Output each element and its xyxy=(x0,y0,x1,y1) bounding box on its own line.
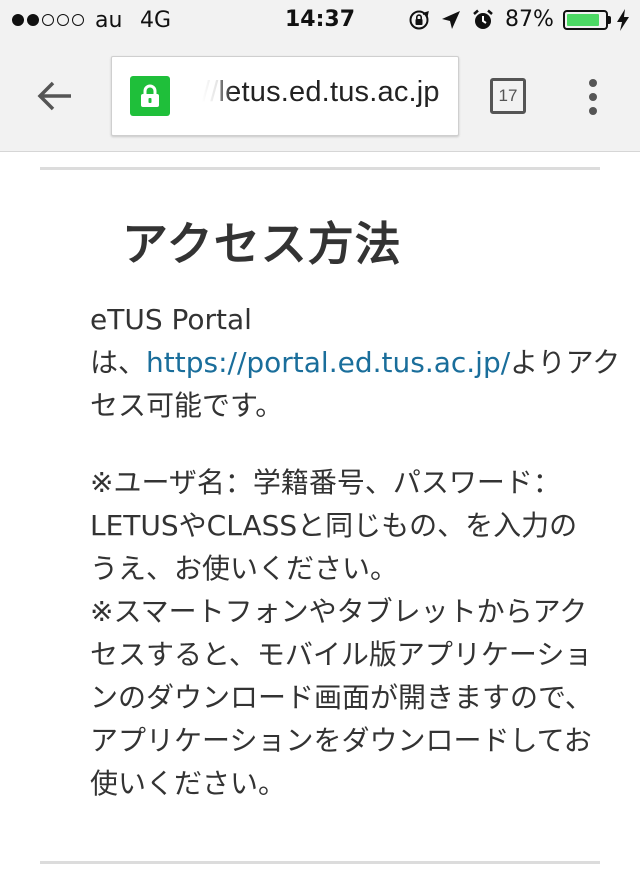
lock-icon xyxy=(141,84,159,107)
page-title: アクセス方法 xyxy=(122,217,402,271)
battery-icon xyxy=(563,10,608,30)
paragraph-line: eTUS Portal xyxy=(90,303,252,336)
divider-bottom xyxy=(40,861,600,864)
secure-connection-badge[interactable] xyxy=(130,76,170,116)
tab-switcher-button[interactable]: 17 xyxy=(490,78,526,114)
url-text: //letus.ed.tus.ac.jp xyxy=(202,76,440,109)
arrow-left-icon xyxy=(37,81,71,111)
more-vert-icon[interactable] xyxy=(580,76,606,118)
paragraph-line: 使いください。 xyxy=(90,767,287,800)
paragraph-line: LETUSやCLASSと同じもの、を入力の xyxy=(90,509,578,542)
paragraph-line: アプリケーションをダウンロードしてお xyxy=(90,724,592,757)
orientation-lock-icon xyxy=(409,10,429,30)
charging-bolt-icon xyxy=(617,9,629,31)
menu-dot xyxy=(589,79,597,87)
access-paragraph: eTUS Portal は、https://portal.ed.tus.ac.j… xyxy=(90,298,620,427)
browser-toolbar: //letus.ed.tus.ac.jp 17 xyxy=(0,40,640,152)
divider-top xyxy=(40,167,600,170)
status-bar: au 4G 14:37 87% xyxy=(0,0,640,40)
paragraph-line: は、https://portal.ed.tus.ac.jp/よりアク xyxy=(90,341,620,384)
battery-percent: 87% xyxy=(505,7,554,32)
paragraph-line: ※スマートフォンやタブレットからアク xyxy=(90,595,588,628)
paragraph-text: よりアク xyxy=(510,346,621,379)
url-fade-right xyxy=(436,67,458,127)
paragraph-line: セス可能です。 xyxy=(90,389,284,422)
tab-count: 17 xyxy=(498,86,518,105)
status-icons xyxy=(408,9,494,31)
url-bar[interactable]: //letus.ed.tus.ac.jp xyxy=(111,56,459,136)
alarm-icon xyxy=(473,9,493,29)
paragraph-line: セスすると、モバイル版アプリケーショ xyxy=(90,638,593,671)
paragraph-text: は、 xyxy=(90,346,147,379)
url-fade-left xyxy=(198,67,234,127)
back-button[interactable] xyxy=(30,74,80,118)
paragraph-line: ※ユーザ名：学籍番号、パスワード： xyxy=(90,466,561,499)
url-host: letus.ed.tus.ac.jp xyxy=(218,76,440,108)
paragraph-line: ンのダウンロード画面が開きますので、 xyxy=(90,681,593,714)
menu-dot xyxy=(589,93,597,101)
battery-level xyxy=(567,14,600,26)
menu-dot xyxy=(589,107,597,115)
instructions-paragraph: ※ユーザ名：学籍番号、パスワード： LETUSやCLASSと同じもの、を入力の … xyxy=(90,461,600,805)
paragraph-line: うえ、お使いください。 xyxy=(90,552,399,585)
battery-tip xyxy=(608,16,611,24)
portal-link[interactable]: https://portal.ed.tus.ac.jp/ xyxy=(146,346,510,379)
location-arrow-icon xyxy=(442,11,460,29)
